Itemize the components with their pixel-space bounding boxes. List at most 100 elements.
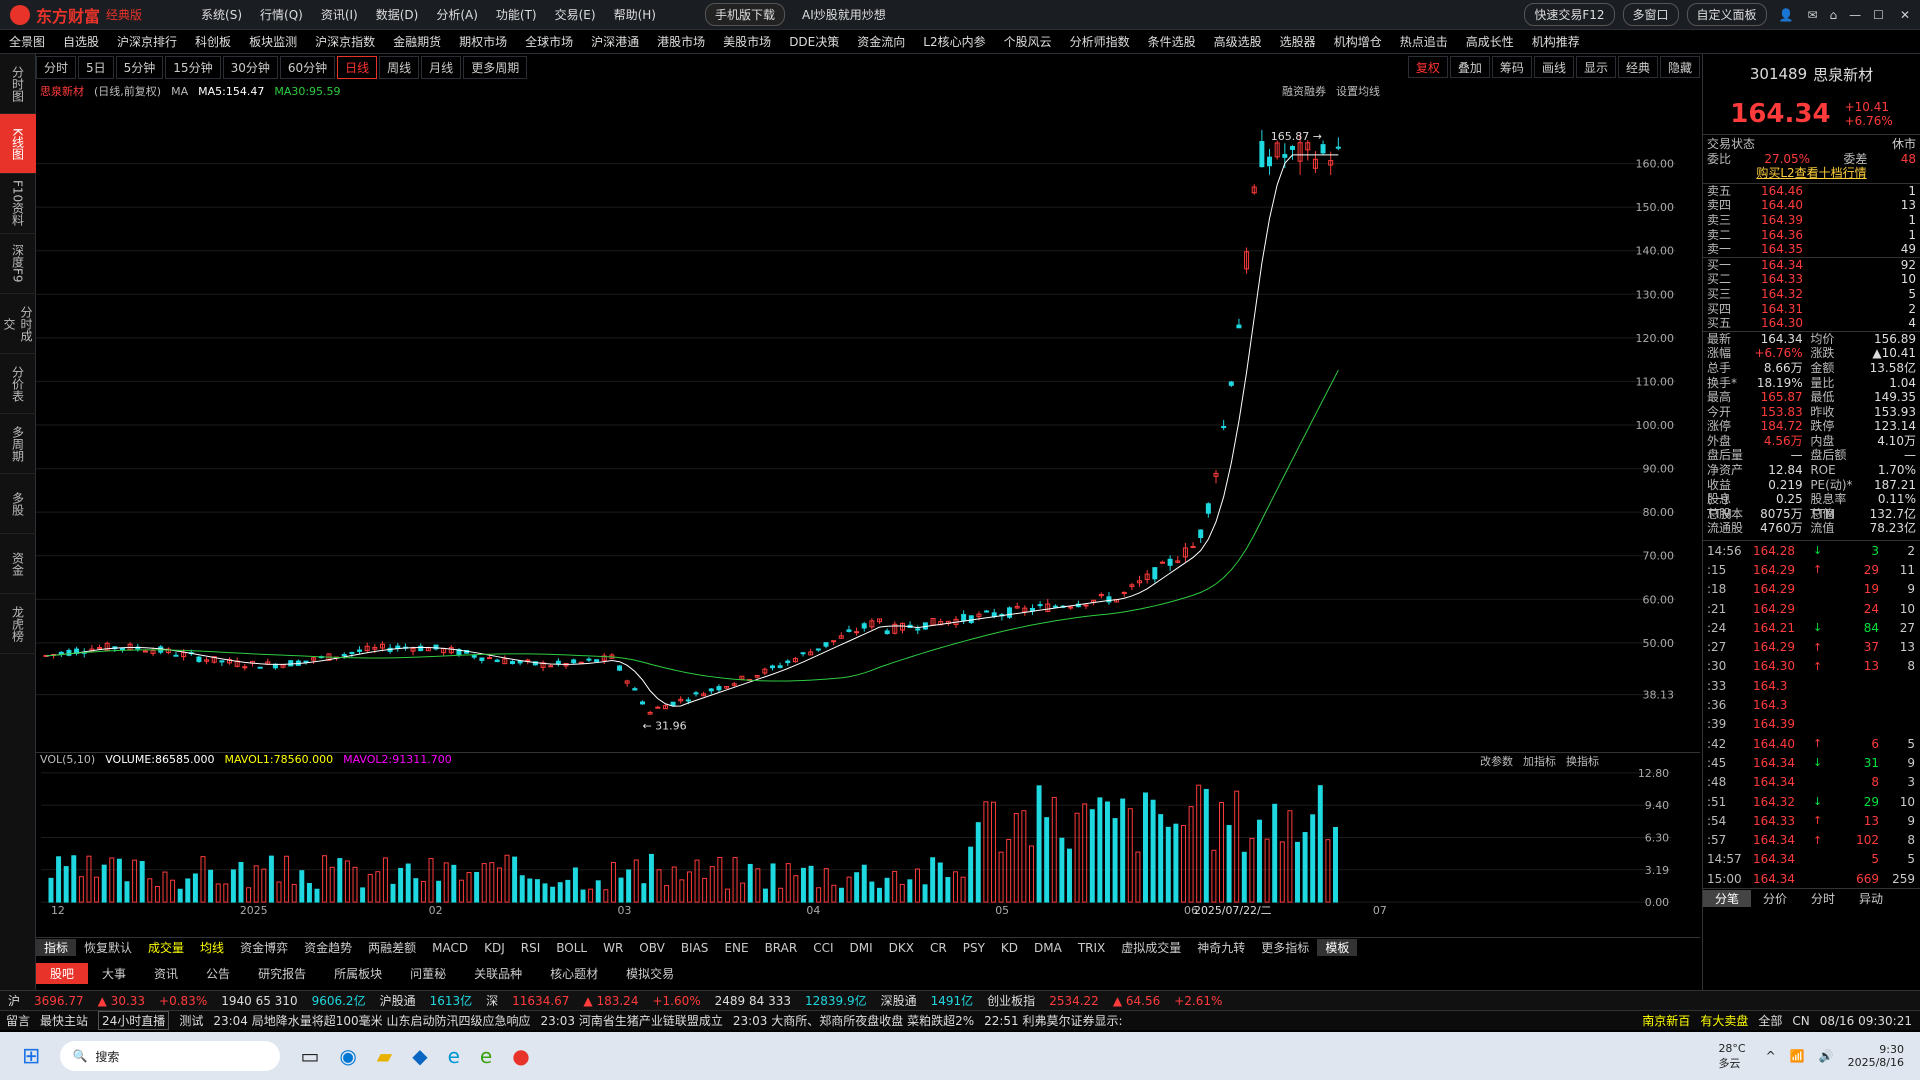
left-tab-8[interactable]: 资金: [0, 534, 36, 594]
menu-item-3[interactable]: 数据(D): [367, 6, 428, 23]
sh-index-name[interactable]: 沪: [8, 992, 20, 1009]
tick-tab-1[interactable]: 分价: [1751, 890, 1799, 907]
nav-item-17[interactable]: 条件选股: [1139, 33, 1205, 50]
indicator-tab-19[interactable]: CR: [922, 941, 955, 955]
nav-item-21[interactable]: 热点追击: [1391, 33, 1457, 50]
info-tab-6[interactable]: 问董秘: [396, 963, 460, 984]
info-tab-0[interactable]: 股吧: [36, 962, 89, 984]
info-tab-1[interactable]: 大事: [88, 963, 140, 984]
indicator-tab-5[interactable]: 资金趋势: [296, 939, 360, 956]
windows-start-icon[interactable]: ⊞: [22, 1044, 40, 1069]
period-1[interactable]: 5日: [78, 55, 114, 79]
indicator-tab-14[interactable]: ENE: [716, 941, 756, 955]
left-tab-7[interactable]: 多股: [0, 474, 36, 534]
nav-item-11[interactable]: 美股市场: [714, 33, 780, 50]
indicator-tab-10[interactable]: BOLL: [548, 941, 595, 955]
indicator-tab-15[interactable]: BRAR: [757, 941, 806, 955]
app-icon[interactable]: ◆: [412, 1044, 427, 1068]
indicator-tab-3[interactable]: 均线: [192, 939, 232, 956]
indicator-tab-24[interactable]: 虚拟成交量: [1113, 939, 1189, 956]
nav-item-9[interactable]: 沪深港通: [582, 33, 648, 50]
menu-item-2[interactable]: 资讯(I): [312, 6, 367, 23]
news-item-5[interactable]: 23:03 河南省生猪产业链联盟成立: [540, 1012, 722, 1029]
edge-icon[interactable]: ◉: [339, 1044, 356, 1068]
maximize-icon[interactable]: ☐: [1867, 8, 1890, 22]
weather-widget[interactable]: 28°C 多云: [1718, 1042, 1745, 1071]
menu-item-4[interactable]: 分析(A): [427, 6, 487, 23]
close-icon[interactable]: ✕: [1890, 8, 1920, 22]
clock[interactable]: 9:30 2025/8/16: [1848, 1043, 1904, 1069]
taskbar-search[interactable]: 🔍 搜索: [60, 1041, 281, 1071]
period-9[interactable]: 更多周期: [463, 55, 528, 79]
nav-item-1[interactable]: 自选股: [54, 33, 108, 50]
tick-tab-3[interactable]: 异动: [1847, 890, 1895, 907]
indicator-tab-26[interactable]: 更多指标: [1253, 939, 1317, 956]
period-2[interactable]: 5分钟: [115, 55, 164, 79]
indicator-tab-1[interactable]: 恢复默认: [76, 939, 140, 956]
nav-item-12[interactable]: DDE决策: [780, 33, 848, 50]
left-tab-6[interactable]: 多周期: [0, 414, 36, 474]
menu-item-7[interactable]: 帮助(H): [605, 6, 665, 23]
nav-item-3[interactable]: 科创板: [186, 33, 240, 50]
period-4[interactable]: 30分钟: [222, 55, 278, 79]
indicator-tab-18[interactable]: DKX: [881, 941, 922, 955]
mobile-download-button[interactable]: 手机版下载: [704, 3, 785, 26]
left-tab-0[interactable]: 分时图: [0, 54, 36, 114]
news-item-7[interactable]: 22:51 利弗莫尔证券显示:: [984, 1012, 1122, 1029]
indicator-tab-8[interactable]: KDJ: [476, 941, 513, 955]
nav-item-10[interactable]: 港股市场: [648, 33, 714, 50]
nav-item-4[interactable]: 板块监测: [240, 33, 306, 50]
left-tab-2[interactable]: F10资料: [0, 174, 36, 234]
indicator-tab-11[interactable]: WR: [595, 941, 631, 955]
period-5[interactable]: 60分钟: [279, 55, 336, 79]
nav-item-16[interactable]: 分析师指数: [1061, 33, 1139, 50]
buy-l2-link[interactable]: 购买L2查看十档行情: [1756, 166, 1866, 181]
news-item-0[interactable]: 留言: [6, 1012, 30, 1029]
custom-panel-button[interactable]: 自定义面板: [1686, 3, 1767, 26]
indicator-tab-7[interactable]: MACD: [424, 941, 476, 955]
tool-1[interactable]: 叠加: [1449, 56, 1490, 78]
left-tab-5[interactable]: 分价表: [0, 354, 36, 414]
period-7[interactable]: 周线: [379, 55, 420, 79]
home-icon[interactable]: ⌂: [1824, 8, 1844, 22]
eastmoney-icon[interactable]: ●: [512, 1044, 529, 1068]
nav-item-6[interactable]: 金融期货: [384, 33, 450, 50]
nav-item-18[interactable]: 高级选股: [1205, 33, 1271, 50]
nav-item-19[interactable]: 选股器: [1271, 33, 1325, 50]
info-tab-8[interactable]: 核心题材: [536, 963, 612, 984]
tool-5[interactable]: 经典: [1617, 56, 1658, 78]
indicator-tab-12[interactable]: OBV: [631, 941, 673, 955]
news-item-6[interactable]: 23:03 大商所、郑商所夜盘收盘 菜粕跌超2%: [733, 1012, 974, 1029]
nav-item-5[interactable]: 沪深京指数: [306, 33, 384, 50]
info-tab-3[interactable]: 公告: [192, 963, 244, 984]
nav-item-0[interactable]: 全景图: [0, 33, 54, 50]
indicator-tab-21[interactable]: KD: [993, 941, 1026, 955]
user-icon[interactable]: 👤: [1771, 8, 1802, 22]
info-tab-2[interactable]: 资讯: [140, 963, 192, 984]
period-0[interactable]: 分时: [36, 55, 77, 79]
period-3[interactable]: 15分钟: [165, 55, 221, 79]
tool-3[interactable]: 画线: [1533, 56, 1574, 78]
left-tab-3[interactable]: 深度F9: [0, 234, 36, 294]
indicator-tab-22[interactable]: DMA: [1026, 941, 1070, 955]
tool-2[interactable]: 筹码: [1491, 56, 1532, 78]
period-6[interactable]: 日线: [337, 55, 378, 79]
menu-item-5[interactable]: 功能(T): [487, 6, 546, 23]
indicator-tab-25[interactable]: 神奇九转: [1189, 939, 1253, 956]
menu-item-6[interactable]: 交易(E): [546, 6, 605, 23]
indicator-tab-4[interactable]: 资金博弈: [232, 939, 296, 956]
tool-6[interactable]: 隐藏: [1659, 56, 1700, 78]
tick-tab-0[interactable]: 分笔: [1703, 890, 1752, 908]
menu-item-1[interactable]: 行情(Q): [251, 6, 312, 23]
news-item-2[interactable]: 24小时直播: [98, 1011, 170, 1030]
taskview-icon[interactable]: ▭: [300, 1044, 319, 1068]
left-tab-9[interactable]: 龙虎榜: [0, 594, 36, 654]
info-tab-7[interactable]: 关联品种: [460, 963, 536, 984]
network-icon[interactable]: 📶: [1790, 1049, 1805, 1063]
multi-window-button[interactable]: 多窗口: [1622, 3, 1679, 26]
browser-icon[interactable]: e: [480, 1044, 492, 1068]
info-tab-4[interactable]: 研究报告: [244, 963, 320, 984]
tick-tab-2[interactable]: 分时: [1799, 890, 1847, 907]
quick-trade-button[interactable]: 快速交易F12: [1524, 3, 1615, 26]
volume-chart[interactable]: 12.809.406.303.190.0012 2025 02 03 04 05 06 072…: [36, 752, 1700, 917]
